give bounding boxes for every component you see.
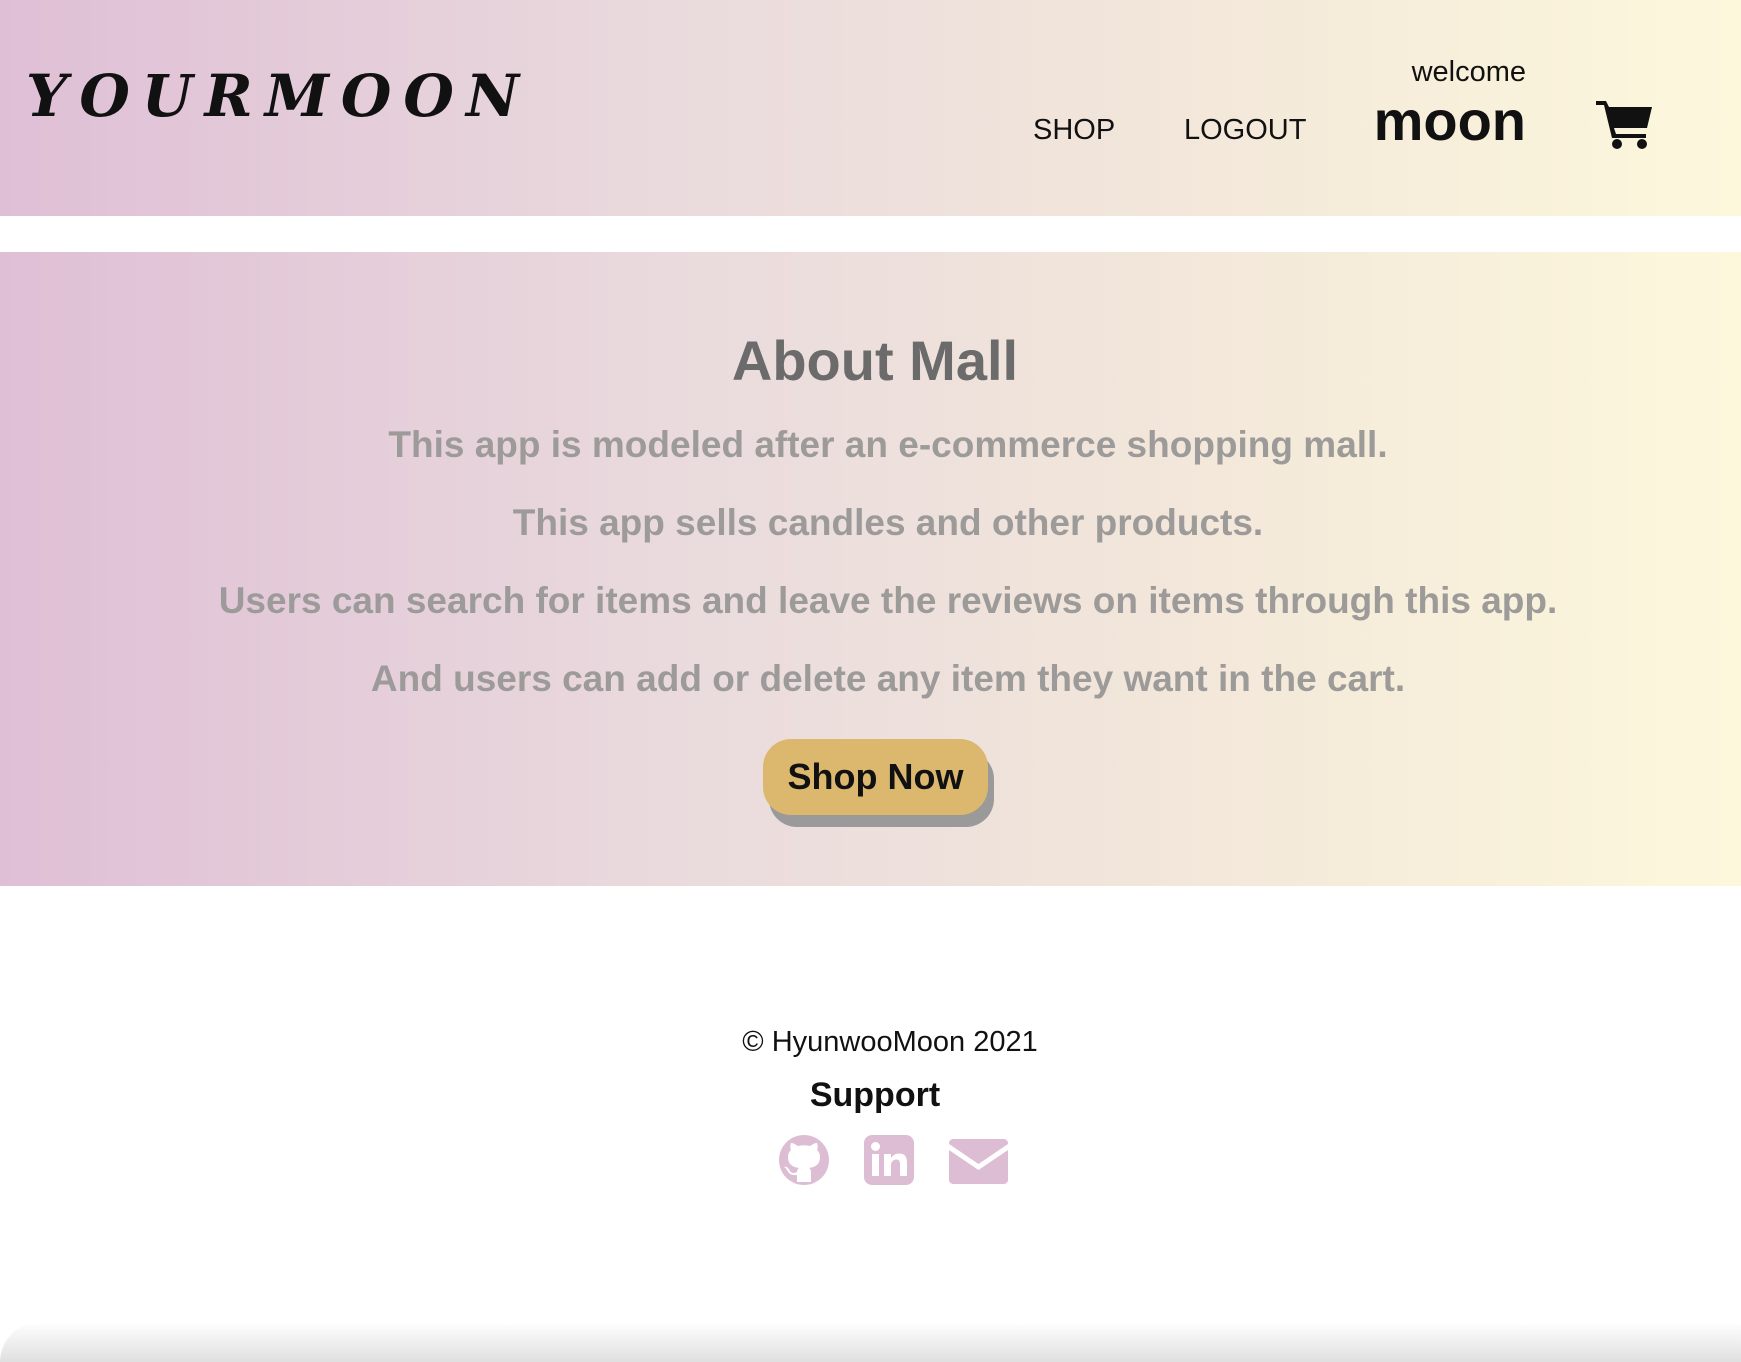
about-text-line: And users can add or delete any item the… [370, 658, 1406, 699]
nav-shop-link[interactable]: SHOP [1033, 114, 1115, 147]
page: YOURMOON SHOP LOGOUT welcome moon About … [0, 0, 1741, 1362]
support-heading: Support [809, 1076, 941, 1114]
about-text-line: This app is modeled after an e-commerce … [388, 424, 1388, 465]
welcome-label: welcome [1411, 56, 1526, 88]
linkedin-icon[interactable] [864, 1134, 914, 1186]
shopping-cart-icon[interactable] [1596, 98, 1654, 150]
nav-logout-link[interactable]: LOGOUT [1184, 114, 1306, 147]
bottom-shadow [0, 1322, 1741, 1362]
logo[interactable]: YOURMOON [26, 62, 531, 130]
about-title: About Mall [731, 329, 1019, 392]
header: YOURMOON SHOP LOGOUT welcome moon [0, 0, 1741, 216]
github-icon[interactable] [778, 1134, 830, 1186]
mail-icon[interactable] [949, 1134, 1008, 1186]
copyright-text: © HyunwooMoon 2021 [742, 1026, 1038, 1058]
shop-now-button[interactable]: Shop Now [763, 739, 988, 815]
username: moon [1373, 89, 1526, 152]
about-section: About Mall This app is modeled after an … [0, 252, 1741, 886]
about-text-line: This app sells candles and other product… [512, 502, 1264, 543]
about-text-line: Users can search for items and leave the… [218, 580, 1558, 621]
footer: © HyunwooMoon 2021 Support [0, 886, 1741, 1362]
